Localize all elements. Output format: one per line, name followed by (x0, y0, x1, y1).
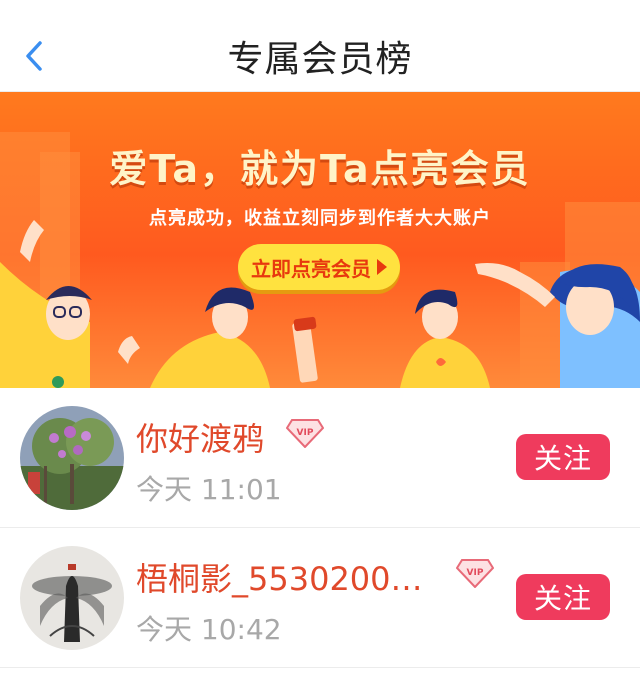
follow-time: 今天 10:42 (136, 613, 282, 646)
svg-text:VIP: VIP (297, 428, 314, 438)
avatar[interactable] (20, 406, 124, 510)
banner-subtitle: 点亮成功，收益立刻同步到作者大大账户 (149, 208, 491, 229)
member-row[interactable]: 你好渡鸦 VIP 今天 11:01 关注 (0, 388, 640, 528)
avatar[interactable] (20, 546, 124, 650)
banner-headline: 爱Ta，就为Ta点亮会员 (109, 147, 531, 191)
member-list: 你好渡鸦 VIP 今天 11:01 关注 梧桐影_5530200… VIP 今天… (0, 388, 640, 668)
banner-illustration (0, 220, 640, 388)
vip-diamond-icon: VIP (456, 559, 494, 588)
member-name[interactable]: 你好渡鸦 (136, 414, 264, 460)
top-bar: 专属会员榜 (0, 0, 640, 92)
promo-banner[interactable]: 爱Ta，就为Ta点亮会员 点亮成功，收益立刻同步到作者大大账户 立即点亮会员 (0, 92, 640, 388)
follow-button[interactable]: 关注 (516, 434, 610, 480)
cta-label: 立即点亮会员 (251, 256, 371, 281)
page-title: 专属会员榜 (227, 39, 413, 80)
member-row[interactable]: 梧桐影_5530200… VIP 今天 10:42 关注 (0, 528, 640, 668)
light-up-membership-button[interactable]: 立即点亮会员 (238, 244, 400, 290)
vip-diamond-icon: VIP (286, 419, 324, 448)
follow-button[interactable]: 关注 (516, 574, 610, 620)
member-name[interactable]: 梧桐影_5530200… (136, 554, 423, 600)
svg-text:VIP: VIP (467, 568, 484, 578)
follow-time: 今天 11:01 (136, 473, 282, 506)
play-arrow-icon (377, 259, 387, 275)
